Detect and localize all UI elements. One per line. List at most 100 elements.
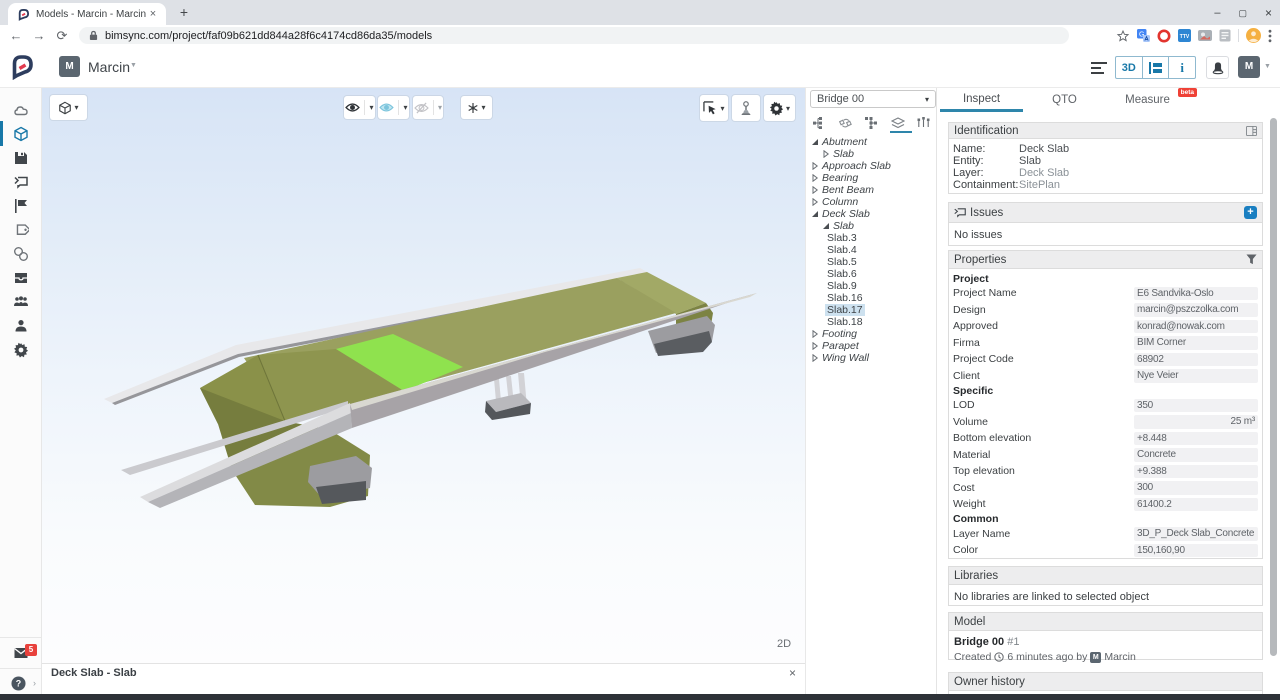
extension-notes-icon[interactable]: [1219, 29, 1231, 42]
tree-node[interactable]: Approach Slab: [806, 160, 937, 172]
sidebar-links-icon[interactable]: [13, 246, 29, 262]
bookmark-star-icon[interactable]: [1116, 29, 1130, 43]
tree-node[interactable]: Slab.16: [806, 292, 937, 304]
property-value[interactable]: konrad@nowak.com: [1134, 320, 1258, 334]
viewpoint-button[interactable]: ▾: [50, 95, 87, 120]
dropdown-chevron-icon[interactable]: ▾: [403, 103, 407, 112]
tree-node-label[interactable]: Slab.5: [825, 256, 859, 268]
effects-button[interactable]: ▾: [461, 96, 492, 119]
tree-node[interactable]: Bent Beam: [806, 184, 937, 196]
window-close-icon[interactable]: ×: [1265, 8, 1272, 18]
tree-node[interactable]: Slab.6: [806, 268, 937, 280]
browser-tab[interactable]: Models - Marcin - Marcin ×: [8, 3, 166, 25]
property-value[interactable]: 350: [1134, 399, 1258, 413]
tree-node-marker[interactable]: [816, 246, 825, 254]
workspace-name[interactable]: Marcin: [88, 59, 130, 75]
property-value[interactable]: BIM Corner: [1134, 336, 1258, 350]
tree-node-marker[interactable]: [822, 222, 831, 230]
tree-node-marker[interactable]: [811, 210, 820, 218]
tree-node[interactable]: Slab.3: [806, 232, 937, 244]
property-value[interactable]: 3D_P_Deck Slab_Concrete: [1134, 527, 1258, 541]
view-info-button[interactable]: i: [1169, 57, 1195, 78]
tree-node[interactable]: Slab.9: [806, 280, 937, 292]
tree-node-marker[interactable]: [816, 234, 825, 242]
sidebar-members-icon[interactable]: [13, 318, 29, 334]
property-value[interactable]: 68902: [1134, 353, 1258, 367]
model-author[interactable]: Marcin: [1104, 651, 1136, 663]
workspace-avatar[interactable]: M: [59, 56, 80, 77]
opera-extension-icon[interactable]: [1157, 29, 1171, 43]
tree-node-label[interactable]: Slab.17: [825, 304, 865, 316]
tree-node[interactable]: Bearing: [806, 172, 937, 184]
translate-extension-icon[interactable]: G: [1137, 29, 1150, 42]
sidebar-dashboard-icon[interactable]: [13, 102, 29, 118]
tree-node-label[interactable]: Slab.6: [825, 268, 859, 280]
tree-node-marker[interactable]: [816, 270, 825, 278]
switch-2d-button[interactable]: 2D: [777, 638, 791, 650]
inspector-tab[interactable]: QTO: [1023, 88, 1106, 112]
viewer-settings-button[interactable]: ▾: [764, 95, 795, 121]
sidebar-tags-icon[interactable]: [13, 222, 29, 238]
viewport-3d[interactable]: ▾ ▾ ▾ ▾ ▾ ▾ ▾ 2D: [42, 88, 805, 663]
property-value[interactable]: 300: [1134, 481, 1258, 495]
tree-mode-relations-icon[interactable]: [836, 114, 854, 132]
view-3d-button[interactable]: 3D: [1116, 57, 1143, 78]
tree-node[interactable]: Column: [806, 196, 937, 208]
property-value[interactable]: marcin@pszczolka.com: [1134, 303, 1258, 317]
bimsync-logo[interactable]: [10, 54, 34, 80]
tree-node-label[interactable]: Bent Beam: [820, 184, 876, 196]
tree-node[interactable]: Wing Wall: [806, 352, 937, 364]
view-tree-button[interactable]: [1143, 57, 1170, 78]
notifications-button[interactable]: [1206, 56, 1229, 79]
tree-node-label[interactable]: Slab: [831, 220, 856, 232]
tree-node[interactable]: Slab.17: [806, 304, 937, 316]
workspace-chevron-icon[interactable]: ▼: [130, 62, 137, 69]
show-selected-button[interactable]: ▾: [378, 96, 409, 119]
tree-node-marker[interactable]: [811, 342, 820, 350]
forward-icon[interactable]: →: [32, 28, 46, 43]
tree-node-marker[interactable]: [816, 306, 825, 314]
tree-node-marker[interactable]: [816, 282, 825, 290]
tree-node[interactable]: Slab.18: [806, 316, 937, 328]
new-tab-button[interactable]: +: [176, 5, 192, 21]
tree-node-marker[interactable]: [811, 138, 820, 146]
tree-mode-hierarchy-icon[interactable]: [810, 114, 828, 132]
tree-node-label[interactable]: Abutment: [820, 136, 869, 148]
sidebar-boards-icon[interactable]: [13, 198, 29, 214]
sidebar-issues-icon[interactable]: [13, 174, 29, 190]
tree-node-marker[interactable]: [811, 330, 820, 338]
tree-node-label[interactable]: Approach Slab: [820, 160, 893, 172]
tree-node-marker[interactable]: [811, 162, 820, 170]
dropdown-chevron-icon[interactable]: ▾: [74, 103, 78, 112]
tree-node-label[interactable]: Slab.9: [825, 280, 859, 292]
tree-mode-systems-icon[interactable]: [915, 114, 933, 132]
tab-close-icon[interactable]: ×: [146, 7, 160, 21]
model-selector[interactable]: Bridge 00 ▾: [810, 90, 936, 108]
extension-photo-icon[interactable]: [1198, 29, 1212, 42]
tree-node-label[interactable]: Slab.3: [825, 232, 859, 244]
tree-node[interactable]: Slab: [806, 220, 937, 232]
tree-node[interactable]: Slab.4: [806, 244, 937, 256]
ttv-extension-icon[interactable]: TTV: [1178, 29, 1191, 42]
tree-node-label[interactable]: Slab.16: [825, 292, 865, 304]
property-value[interactable]: +9.388: [1134, 465, 1258, 479]
select-tool-button[interactable]: ▾: [700, 95, 728, 121]
reload-icon[interactable]: ⟳: [55, 28, 69, 44]
tree-node-label[interactable]: Slab.4: [825, 244, 859, 256]
user-avatar[interactable]: M: [1238, 56, 1260, 78]
tree-node[interactable]: Slab: [806, 148, 937, 160]
bridge-3d-model[interactable]: [42, 88, 805, 663]
dropdown-chevron-icon[interactable]: ▾: [369, 103, 373, 112]
sidebar-team-icon[interactable]: [13, 294, 29, 310]
tree-node-marker[interactable]: [811, 174, 820, 182]
property-value[interactable]: 61400.2: [1134, 498, 1258, 512]
property-value[interactable]: 150,160,90: [1134, 544, 1258, 558]
add-issue-button[interactable]: +: [1244, 206, 1257, 219]
tree-node-label[interactable]: Parapet: [820, 340, 861, 352]
tree-node[interactable]: Footing: [806, 328, 937, 340]
browser-menu-icon[interactable]: [1268, 29, 1272, 43]
tree-node-marker[interactable]: [811, 186, 820, 194]
inspector-tab[interactable]: Measure beta: [1106, 88, 1189, 112]
dropdown-chevron-icon[interactable]: ▾: [438, 103, 442, 112]
expand-sidebar-chevron[interactable]: ›: [33, 678, 36, 688]
